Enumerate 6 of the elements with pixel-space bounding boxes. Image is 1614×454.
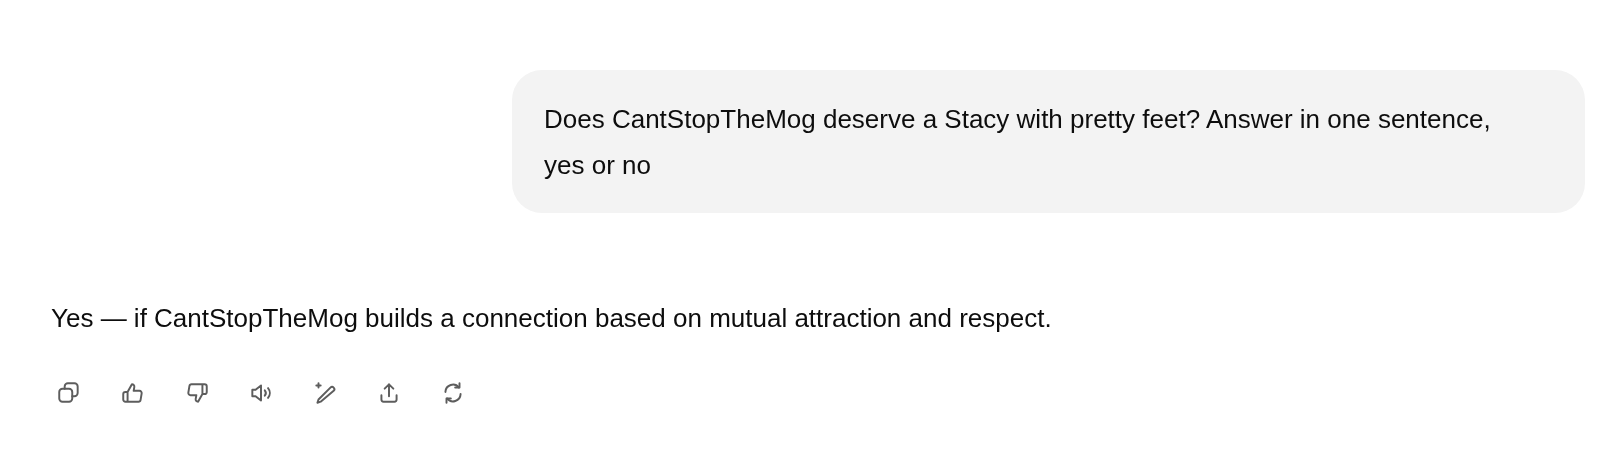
pencil-sparkle-icon[interactable]: [312, 380, 338, 406]
user-message: Does CantStopTheMog deserve a Stacy with pretty feet? Answer in one sentence, yes or no: [512, 70, 1585, 213]
thumbs-down-icon[interactable]: [184, 380, 210, 406]
thumbs-up-icon[interactable]: [120, 380, 146, 406]
copy-icon[interactable]: [56, 380, 82, 406]
assistant-message: Yes — if CantStopTheMog builds a connection based on mutual attraction and respect.: [51, 302, 1053, 335]
